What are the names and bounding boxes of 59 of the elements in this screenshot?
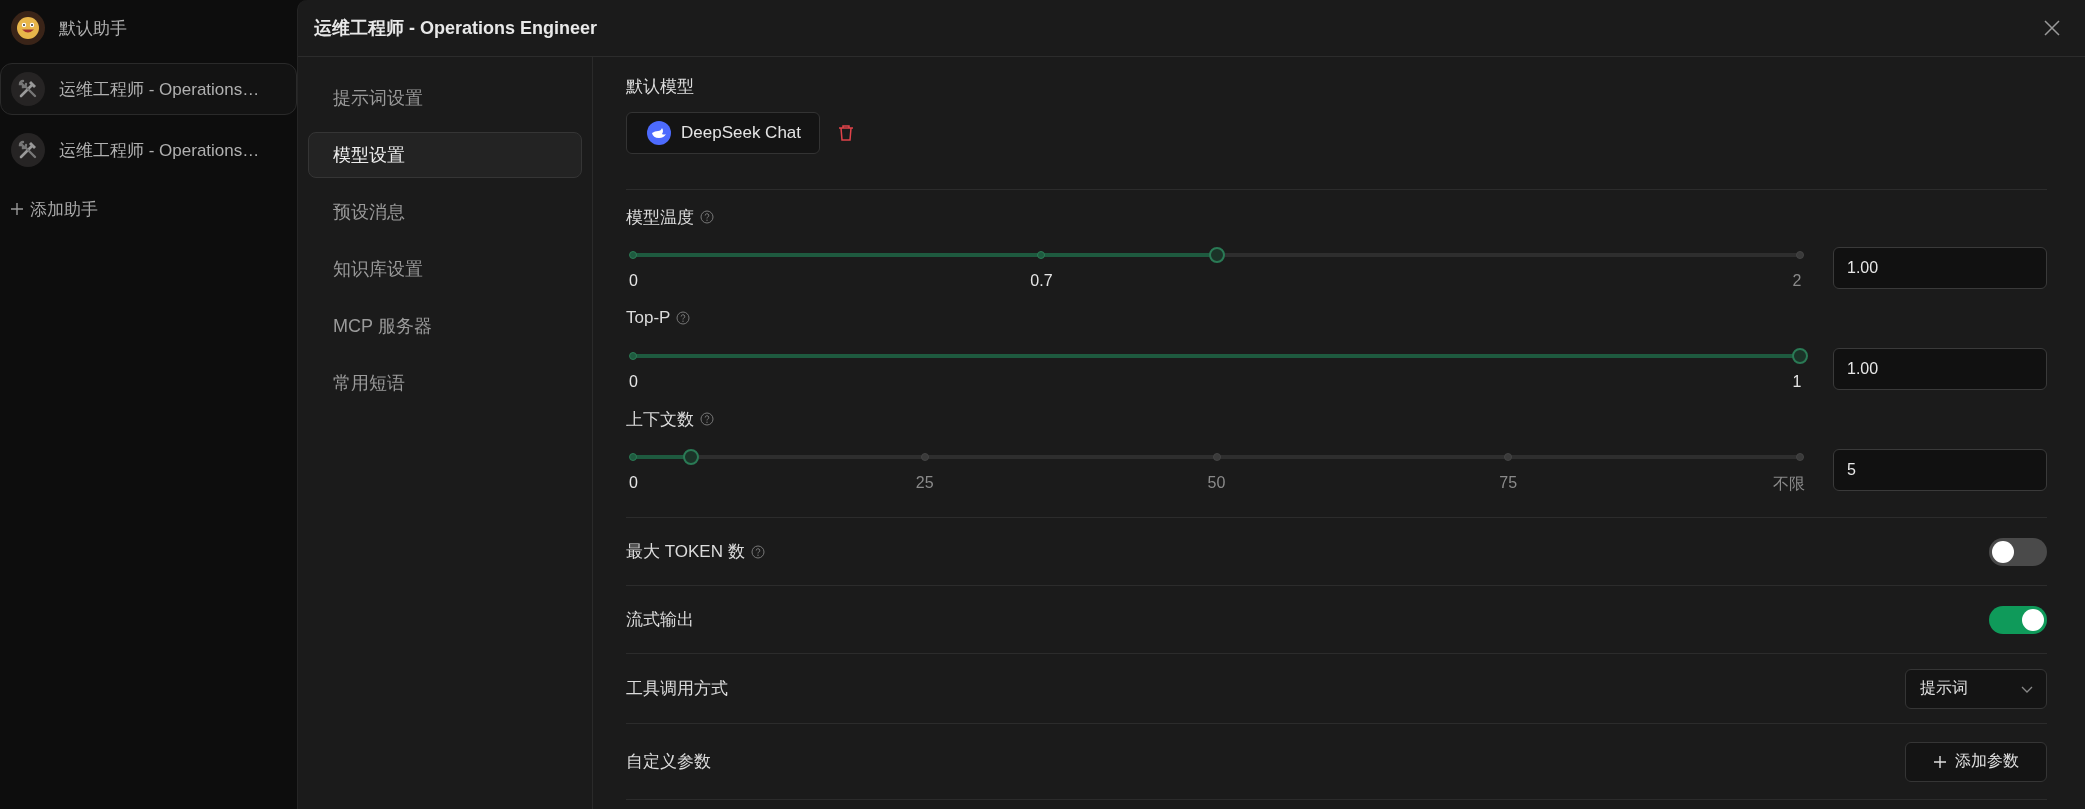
setting-label: 自定义参数 (626, 751, 711, 773)
tick-label: 不限 (1772, 474, 1805, 494)
section-label: 默认模型 (626, 76, 695, 98)
help-icon[interactable] (700, 412, 714, 426)
settings-tab[interactable]: 预设消息 (308, 189, 582, 235)
model-button[interactable]: DeepSeek Chat (626, 112, 821, 154)
smiley-icon (16, 16, 40, 40)
slider-thumb[interactable] (1792, 348, 1808, 364)
tick-mark (629, 453, 637, 461)
tick-mark (629, 251, 637, 259)
toggle-switch[interactable] (1989, 605, 2047, 634)
slider-thumb[interactable] (1208, 247, 1225, 263)
slider-thumb[interactable] (683, 449, 700, 465)
dialog-title: 运维工程师 - Operations Engineer (314, 17, 598, 40)
slider-label: 上下文数 (626, 408, 694, 431)
tick-mark (1796, 251, 1804, 259)
tick-mark (1504, 453, 1513, 461)
settings-tab[interactable]: 知识库设置 (308, 246, 582, 292)
help-icon[interactable] (676, 311, 691, 325)
tick-mark (1212, 453, 1221, 461)
tick-mark (629, 352, 637, 360)
tick-label: 75 (1499, 474, 1518, 492)
tick-label: 2 (1792, 272, 1802, 290)
setting-label: 最大 TOKEN 数 (626, 541, 745, 563)
tick-label: 0 (629, 474, 638, 492)
tick-label: 0 (629, 272, 638, 290)
setting-label: 流式输出 (626, 609, 694, 631)
number-field[interactable]: 1.00 (1833, 348, 2047, 390)
number-field[interactable]: 1.00 (1833, 247, 2047, 289)
number-field[interactable]: 5 (1833, 449, 2047, 491)
hammer-wrench-icon (17, 78, 39, 100)
add-parameter-button[interactable]: 添加参数 (1905, 741, 2047, 782)
assistant-item[interactable]: 运维工程师 - Operations… (0, 124, 297, 176)
tick-mark (1796, 453, 1804, 461)
tick-label: 25 (915, 474, 934, 492)
settings-tab[interactable]: 模型设置 (308, 132, 582, 178)
tick-label: 1 (1792, 373, 1802, 391)
plus-icon (10, 202, 24, 216)
plus-icon (1933, 754, 1947, 769)
tick-label: 50 (1207, 474, 1226, 492)
setting-label: 工具调用方式 (626, 678, 728, 700)
slider-label: 模型温度 (626, 206, 694, 229)
assistant-item[interactable]: 默认助手 (0, 2, 297, 54)
add-assistant-button[interactable]: 添加助手 (0, 189, 108, 229)
hammer-wrench-icon (17, 139, 39, 161)
tick-label: 0.7 (1030, 272, 1053, 290)
settings-tab[interactable]: MCP 服务器 (308, 303, 582, 349)
assistant-item[interactable]: 运维工程师 - Operations… (0, 63, 297, 115)
help-icon[interactable] (700, 210, 714, 224)
slider-label: Top-P (626, 308, 671, 328)
whale-logo-icon (647, 121, 671, 145)
settings-tab[interactable]: 常用短语 (308, 360, 582, 406)
help-icon[interactable] (750, 544, 765, 559)
tick-mark (920, 453, 929, 461)
settings-tab[interactable]: 提示词设置 (308, 75, 582, 121)
select-dropdown[interactable]: 提示词 (1905, 668, 2047, 709)
tick-label: 0 (629, 373, 638, 391)
toggle-switch[interactable] (1989, 537, 2047, 566)
tick-mark (1037, 251, 1046, 259)
